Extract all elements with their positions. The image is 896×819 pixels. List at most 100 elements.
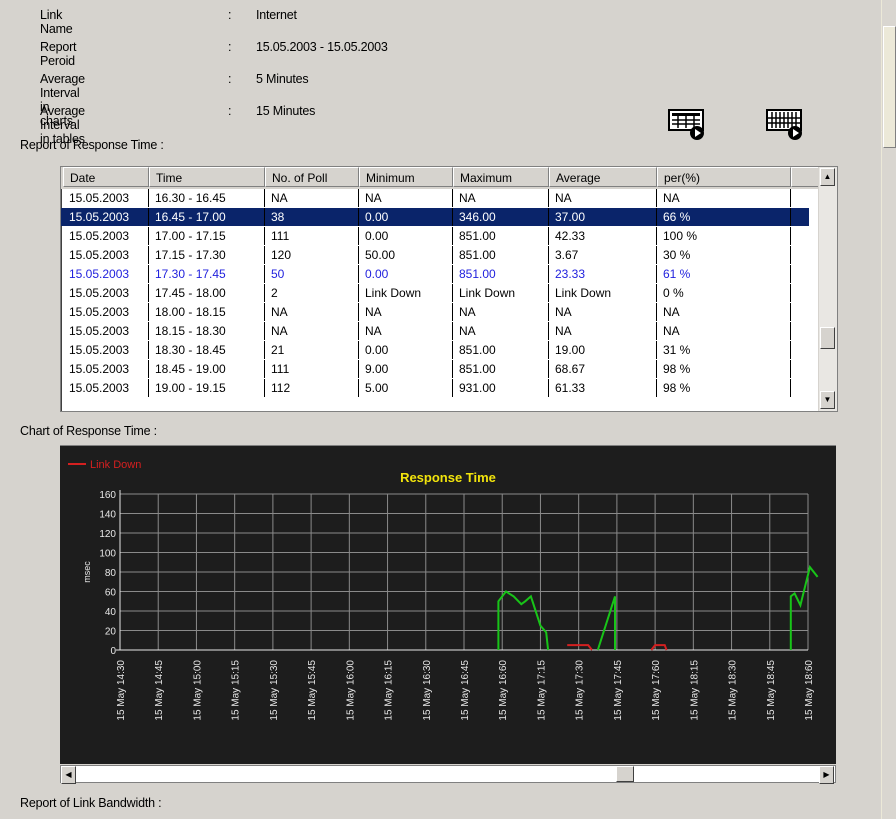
cell-minimum: 0.00 xyxy=(359,265,453,283)
cell-date: 15.05.2003 xyxy=(63,265,149,283)
scroll-thumb[interactable] xyxy=(820,327,835,349)
page-scroll-thumb[interactable] xyxy=(883,26,896,148)
cell-polls: 112 xyxy=(265,379,359,397)
table-scrollbar[interactable]: ▲ ▼ xyxy=(818,167,837,411)
cell-maximum: 346.00 xyxy=(453,208,549,226)
cell-date: 15.05.2003 xyxy=(63,322,149,340)
cell-time: 18.15 - 18.30 xyxy=(149,322,265,340)
column-header-maximum[interactable]: Maximum xyxy=(453,167,549,187)
table-row[interactable]: 15.05.2003 18.15 - 18.30 NA NA NA NA NA xyxy=(61,322,809,340)
cell-minimum: 0.00 xyxy=(359,227,453,245)
chart-hscrollbar[interactable]: ◀ ▶ xyxy=(60,765,836,784)
column-header-percent[interactable]: per(%) xyxy=(657,167,791,187)
page-scrollbar[interactable] xyxy=(881,0,896,819)
table-row[interactable]: 15.05.2003 17.45 - 18.00 2 Link Down Link Do… xyxy=(61,284,809,302)
cell-minimum: 9.00 xyxy=(359,360,453,378)
response-time-table[interactable]: Date Time No. of Poll Minimum Maximum Av… xyxy=(60,166,838,412)
cell-time: 18.00 - 18.15 xyxy=(149,303,265,321)
cell-percent: 98 % xyxy=(657,379,791,397)
x-tick-label: 15 May 18:15 xyxy=(689,660,700,721)
colon: : xyxy=(228,104,232,118)
cell-maximum: 931.00 xyxy=(453,379,549,397)
cell-average: 37.00 xyxy=(549,208,657,226)
cell-maximum: 851.00 xyxy=(453,265,549,283)
table-row[interactable]: 15.05.2003 17.15 - 17.30 120 50.00 851.00 3.6… xyxy=(61,246,809,264)
cell-average: 42.33 xyxy=(549,227,657,245)
y-tick-label: 40 xyxy=(105,607,117,618)
table-row[interactable]: 15.05.2003 16.30 - 16.45 NA NA NA NA NA xyxy=(61,189,809,207)
column-header-average[interactable]: Average xyxy=(549,167,657,187)
cell-polls: 120 xyxy=(265,246,359,264)
cell-maximum: NA xyxy=(453,303,549,321)
cell-percent: 100 % xyxy=(657,227,791,245)
table-row[interactable]: 15.05.2003 18.45 - 19.00 111 9.00 851.00 68.6… xyxy=(61,360,809,378)
cell-average: 23.33 xyxy=(549,265,657,283)
y-axis-label: msec xyxy=(82,561,92,583)
y-tick-label: 140 xyxy=(99,510,116,521)
cell-minimum: Link Down xyxy=(359,284,453,302)
table-row[interactable]: 15.05.2003 18.00 - 18.15 NA NA NA NA NA xyxy=(61,303,809,321)
table-row[interactable]: 15.05.2003 17.30 - 17.45 50 0.00 851.00 23.33… xyxy=(61,265,809,283)
avg-interval-tables-value: 15 Minutes xyxy=(256,104,316,118)
export-chart-icon[interactable] xyxy=(666,108,710,140)
cell-time: 17.15 - 17.30 xyxy=(149,246,265,264)
table-row[interactable]: 15.05.2003 17.00 - 17.15 111 0.00 851.00 42.3… xyxy=(61,227,809,245)
cell-minimum: 5.00 xyxy=(359,379,453,397)
table-row[interactable]: 15.05.2003 18.30 - 18.45 21 0.00 851.00 19.00… xyxy=(61,341,809,359)
column-header-spacer xyxy=(791,167,821,187)
cell-percent: 30 % xyxy=(657,246,791,264)
cell-percent: 66 % xyxy=(657,208,791,226)
table-header: Date Time No. of Poll Minimum Maximum Av… xyxy=(61,167,821,189)
cell-date: 15.05.2003 xyxy=(63,208,149,226)
cell-polls: NA xyxy=(265,189,359,207)
scroll-up-icon[interactable]: ▲ xyxy=(820,168,835,186)
x-tick-label: 15 May 15:30 xyxy=(269,660,280,721)
scroll-down-icon[interactable]: ▼ xyxy=(820,391,835,409)
x-tick-label: 15 May 18:60 xyxy=(804,660,815,721)
cell-polls: 21 xyxy=(265,341,359,359)
column-header-time[interactable]: Time xyxy=(149,167,265,187)
cell-percent: NA xyxy=(657,303,791,321)
cell-average: 68.67 xyxy=(549,360,657,378)
cell-time: 16.45 - 17.00 xyxy=(149,208,265,226)
hscroll-thumb[interactable] xyxy=(616,766,634,782)
export-table-icon[interactable] xyxy=(764,108,808,140)
cell-minimum: NA xyxy=(359,322,453,340)
cell-average: Link Down xyxy=(549,284,657,302)
y-tick-label: 100 xyxy=(99,549,116,560)
cell-average: NA xyxy=(549,322,657,340)
link-bandwidth-title: Report of Link Bandwidth : xyxy=(20,796,162,810)
cell-time: 19.00 - 19.15 xyxy=(149,379,265,397)
cell-maximum: NA xyxy=(453,189,549,207)
cell-polls: 111 xyxy=(265,227,359,245)
cell-maximum: 851.00 xyxy=(453,341,549,359)
x-tick-label: 15 May 16:00 xyxy=(345,660,356,721)
cell-polls: 2 xyxy=(265,284,359,302)
y-tick-label: 0 xyxy=(110,646,116,657)
scroll-right-icon[interactable]: ▶ xyxy=(819,766,834,784)
x-tick-label: 15 May 15:00 xyxy=(192,660,203,721)
y-tick-label: 120 xyxy=(99,529,116,540)
cell-date: 15.05.2003 xyxy=(63,246,149,264)
series-line-response-time xyxy=(789,564,819,650)
table-row[interactable]: 15.05.2003 16.45 - 17.00 38 0.00 346.00 37.00… xyxy=(61,208,809,226)
cell-average: NA xyxy=(549,189,657,207)
scroll-left-icon[interactable]: ◀ xyxy=(61,766,76,784)
column-header-minimum[interactable]: Minimum xyxy=(359,167,453,187)
colon: : xyxy=(228,8,232,22)
cell-time: 18.30 - 18.45 xyxy=(149,341,265,359)
column-header-polls[interactable]: No. of Poll xyxy=(265,167,359,187)
table-row[interactable]: 15.05.2003 19.00 - 19.15 112 5.00 931.00 61.3… xyxy=(61,379,809,397)
cell-date: 15.05.2003 xyxy=(63,227,149,245)
column-header-date[interactable]: Date xyxy=(63,167,149,187)
cell-polls: 38 xyxy=(265,208,359,226)
cell-percent: 31 % xyxy=(657,341,791,359)
series-line-link-down xyxy=(567,644,593,651)
x-tick-label: 15 May 17:15 xyxy=(536,660,547,721)
response-time-chart: Response Time Link Down 0 20 40 60 80 100 120 140… xyxy=(60,445,836,764)
cell-average: 19.00 xyxy=(549,341,657,359)
link-name-value: Internet xyxy=(256,8,297,22)
cell-time: 17.00 - 17.15 xyxy=(149,227,265,245)
cell-date: 15.05.2003 xyxy=(63,379,149,397)
cell-percent: NA xyxy=(657,322,791,340)
